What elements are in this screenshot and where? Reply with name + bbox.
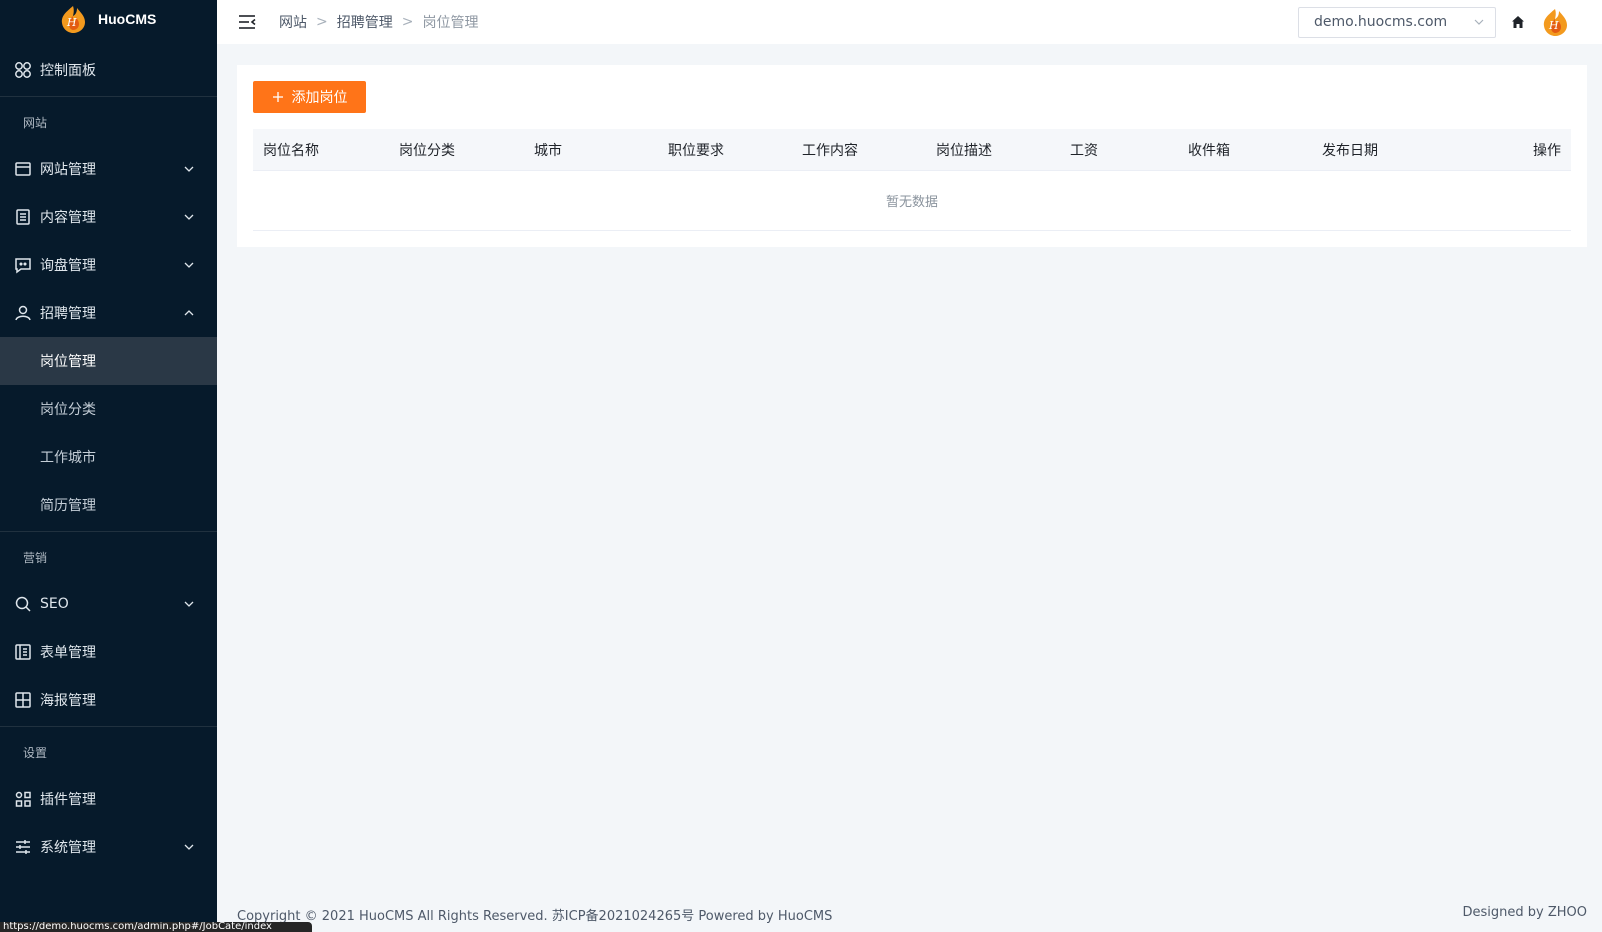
menu-toggle-icon[interactable] <box>237 12 257 32</box>
sidebar-item-seo[interactable]: SEO <box>0 580 217 628</box>
column-header-salary: 工资 <box>1070 142 1098 159</box>
table-header-row: 岗位名称 岗位分类 城市 职位要求 工作内容 岗位描述 工资 收件箱 发布日期 … <box>253 129 1571 171</box>
sidebar-item-recruit-mgmt[interactable]: 招聘管理 <box>0 289 217 337</box>
column-header-work-content: 工作内容 <box>802 142 858 159</box>
add-job-button[interactable]: 添加岗位 <box>253 81 366 113</box>
sidebar-item-label: 插件管理 <box>40 792 96 808</box>
sidebar-subitem-job-mgmt[interactable]: 岗位管理 <box>0 337 217 385</box>
sidebar-item-site-mgmt[interactable]: 网站管理 <box>0 145 217 193</box>
divider <box>0 726 217 727</box>
sidebar-item-label: 招聘管理 <box>40 306 96 322</box>
group-title-website: 网站 <box>23 115 48 130</box>
footer-copyright: Copyright © 2021 HuoCMS All Rights Reser… <box>237 909 833 924</box>
chevron-down-icon <box>184 601 194 607</box>
sidebar-item-label: 内容管理 <box>40 210 96 226</box>
sidebar-item-content-mgmt[interactable]: 内容管理 <box>0 193 217 241</box>
site-select[interactable]: demo.huocms.com <box>1298 6 1496 38</box>
search-icon <box>14 595 32 613</box>
job-list-card: 添加岗位 岗位名称 岗位分类 城市 职位要求 工作内容 岗位描述 工资 收件箱 … <box>237 65 1587 247</box>
huocms-logo-icon: H <box>61 6 85 33</box>
dashboard-icon <box>14 61 32 79</box>
sidebar-item-label: SEO <box>40 596 69 612</box>
user-icon <box>14 304 32 322</box>
home-icon[interactable] <box>1510 14 1526 30</box>
status-bar-url: https://demo.huocms.com/admin.php#/JobCa… <box>0 922 312 932</box>
site-select-value: demo.huocms.com <box>1314 14 1448 30</box>
group-title-marketing: 营销 <box>23 550 48 565</box>
breadcrumb-item-recruit[interactable]: 招聘管理 <box>337 12 393 32</box>
chevron-down-icon <box>184 214 194 220</box>
column-header-publish-date: 发布日期 <box>1322 142 1378 159</box>
column-header-job-category: 岗位分类 <box>399 142 455 159</box>
sidebar-item-label: 系统管理 <box>40 840 96 856</box>
sidebar-subitem-work-city[interactable]: 工作城市 <box>0 433 217 481</box>
sidebar-item-inquiry-mgmt[interactable]: 询盘管理 <box>0 241 217 289</box>
chevron-down-icon <box>184 844 194 850</box>
column-header-description: 岗位描述 <box>936 142 992 159</box>
sidebar-subitem-resume-mgmt[interactable]: 简历管理 <box>0 481 217 529</box>
group-title-settings: 设置 <box>23 745 48 760</box>
sidebar-item-label: 控制面板 <box>40 63 96 79</box>
job-table: 岗位名称 岗位分类 城市 职位要求 工作内容 岗位描述 工资 收件箱 发布日期 … <box>253 129 1571 231</box>
chevron-down-icon <box>184 166 194 172</box>
sidebar-item-plugin-mgmt[interactable]: 插件管理 <box>0 775 217 823</box>
breadcrumb-separator: > <box>316 14 328 30</box>
chevron-up-icon <box>184 310 194 316</box>
svg-text:H: H <box>1548 19 1559 32</box>
breadcrumb-separator: > <box>401 14 414 30</box>
column-header-requirements: 职位要求 <box>668 142 724 159</box>
divider <box>0 96 217 97</box>
brand-name: HuoCMS <box>98 11 157 27</box>
brand-logo[interactable]: H HuoCMS <box>0 0 217 38</box>
column-header-city: 城市 <box>534 142 562 159</box>
sidebar-item-system-mgmt[interactable]: 系统管理 <box>0 823 217 871</box>
column-header-actions: 操作 <box>1533 142 1561 159</box>
footer: Copyright © 2021 HuoCMS All Rights Reser… <box>237 905 1587 924</box>
document-icon <box>14 208 32 226</box>
sidebar-item-label: 询盘管理 <box>40 258 96 274</box>
column-header-inbox: 收件箱 <box>1188 142 1230 159</box>
chevron-down-icon <box>1474 19 1484 25</box>
breadcrumb-item-website[interactable]: 网站 <box>279 12 307 32</box>
top-header: 网站 > 招聘管理 > 岗位管理 demo.huocms.com H <box>217 0 1602 44</box>
sliders-icon <box>14 838 32 856</box>
sidebar-item-dashboard[interactable]: 控制面板 <box>0 46 217 94</box>
sidebar: H HuoCMS 控制面板 网站 网站管理 内容管理 询盘管理 招聘管理 岗位管… <box>0 0 217 932</box>
breadcrumb-item-current: 岗位管理 <box>422 15 479 31</box>
message-icon <box>14 256 32 274</box>
divider <box>0 531 217 532</box>
window-icon <box>14 160 32 178</box>
sidebar-item-label: 表单管理 <box>40 645 96 661</box>
empty-state: 暂无数据 <box>253 171 1571 231</box>
avatar[interactable]: H <box>1540 7 1570 37</box>
footer-designed-by: Designed by ZHOO <box>1462 905 1588 920</box>
layout-icon <box>14 691 32 709</box>
plus-icon <box>272 92 283 102</box>
header-actions: demo.huocms.com H <box>1298 6 1602 38</box>
sidebar-item-label: 网站管理 <box>40 162 96 178</box>
sidebar-item-label: 海报管理 <box>40 693 96 709</box>
breadcrumb: 网站 > 招聘管理 > 岗位管理 <box>279 12 478 32</box>
svg-text:H: H <box>66 16 77 29</box>
form-icon <box>14 643 32 661</box>
add-job-button-label: 添加岗位 <box>291 90 348 106</box>
sidebar-item-poster-mgmt[interactable]: 海报管理 <box>0 676 217 724</box>
sidebar-item-form-mgmt[interactable]: 表单管理 <box>0 628 217 676</box>
sidebar-subitem-job-category[interactable]: 岗位分类 <box>0 385 217 433</box>
column-header-job-name: 岗位名称 <box>263 142 319 159</box>
plugin-icon <box>14 790 32 808</box>
chevron-down-icon <box>184 262 194 268</box>
